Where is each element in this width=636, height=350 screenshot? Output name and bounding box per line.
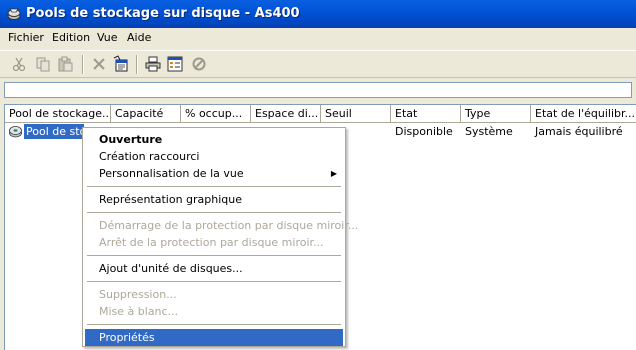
pool-name-cell[interactable]: Pool de stockage — [23, 123, 85, 140]
menu-item-proprietes[interactable]: Propriétés — [85, 329, 343, 346]
disk-pool-icon — [7, 8, 21, 20]
menu-item-mise-a-blanc[interactable]: Mise à blanc... — [85, 303, 343, 320]
window-title: Pools de stockage sur disque - As400 — [26, 6, 300, 21]
menu-edition[interactable]: Edition — [52, 31, 90, 44]
menu-item-demarrage-miroir[interactable]: Démarrage de la protection par disque mi… — [85, 217, 358, 234]
toolbar-separator — [136, 55, 138, 74]
menu-separator — [87, 255, 341, 256]
menu-vue[interactable]: Vue — [97, 31, 118, 44]
type-cell: Système — [465, 125, 513, 138]
equilibre-cell: Jamais équilibré — [535, 125, 623, 138]
menu-item-ajout-unite[interactable]: Ajout d'unité de disques... — [85, 260, 343, 277]
menu-bar: Fichier Edition Vue Aide — [0, 28, 636, 48]
toolbar-separator — [82, 55, 84, 74]
list-header: Pool de stockage... Capacité % occup... … — [5, 105, 636, 123]
menu-separator — [87, 212, 341, 213]
copy-icon[interactable] — [34, 55, 52, 73]
menu-item-representation[interactable]: Représentation graphique — [85, 191, 343, 208]
delete-icon[interactable] — [90, 55, 108, 73]
menu-separator — [87, 324, 341, 325]
menu-fichier[interactable]: Fichier — [8, 31, 44, 44]
submenu-arrow-icon: ▶ — [330, 169, 337, 178]
menu-item-personnalisation[interactable]: Personnalisation de la vue ▶ — [85, 165, 343, 182]
column-header-pool[interactable]: Pool de stockage... — [5, 105, 111, 123]
menu-separator — [87, 281, 341, 282]
column-header-seuil[interactable]: Seuil — [321, 105, 391, 123]
column-header-equilibre[interactable]: Etat de l'équilibr... — [531, 105, 636, 123]
disk-pool-icon — [9, 126, 22, 138]
stop-icon[interactable] — [190, 55, 208, 73]
toolbar — [0, 50, 636, 78]
menu-aide[interactable]: Aide — [127, 31, 151, 44]
menu-separator — [87, 186, 341, 187]
column-header-type[interactable]: Type — [461, 105, 531, 123]
menu-item-suppression[interactable]: Suppression... — [85, 286, 343, 303]
menu-item-ouverture[interactable]: Ouverture — [85, 131, 343, 148]
column-header-capacite[interactable]: Capacité — [111, 105, 181, 123]
column-header-occupation[interactable]: % occup... — [181, 105, 251, 123]
menu-item-creation-raccourci[interactable]: Création raccourci — [85, 148, 343, 165]
menu-item-label: Personnalisation de la vue — [99, 167, 244, 180]
title-bar[interactable]: Pools de stockage sur disque - As400 — [0, 0, 636, 28]
column-header-espace[interactable]: Espace di... — [251, 105, 321, 123]
address-bar — [4, 82, 632, 98]
properties-icon[interactable] — [112, 55, 130, 73]
etat-cell: Disponible — [395, 125, 453, 138]
context-menu: Ouverture Création raccourci Personnalis… — [82, 127, 358, 347]
menu-item-arret-miroir[interactable]: Arrêt de la protection par disque miroir… — [85, 234, 343, 251]
paste-icon[interactable] — [56, 55, 74, 73]
column-header-etat[interactable]: Etat — [391, 105, 461, 123]
view-icon[interactable] — [166, 55, 184, 73]
cut-icon[interactable] — [10, 55, 28, 73]
print-icon[interactable] — [144, 55, 162, 73]
